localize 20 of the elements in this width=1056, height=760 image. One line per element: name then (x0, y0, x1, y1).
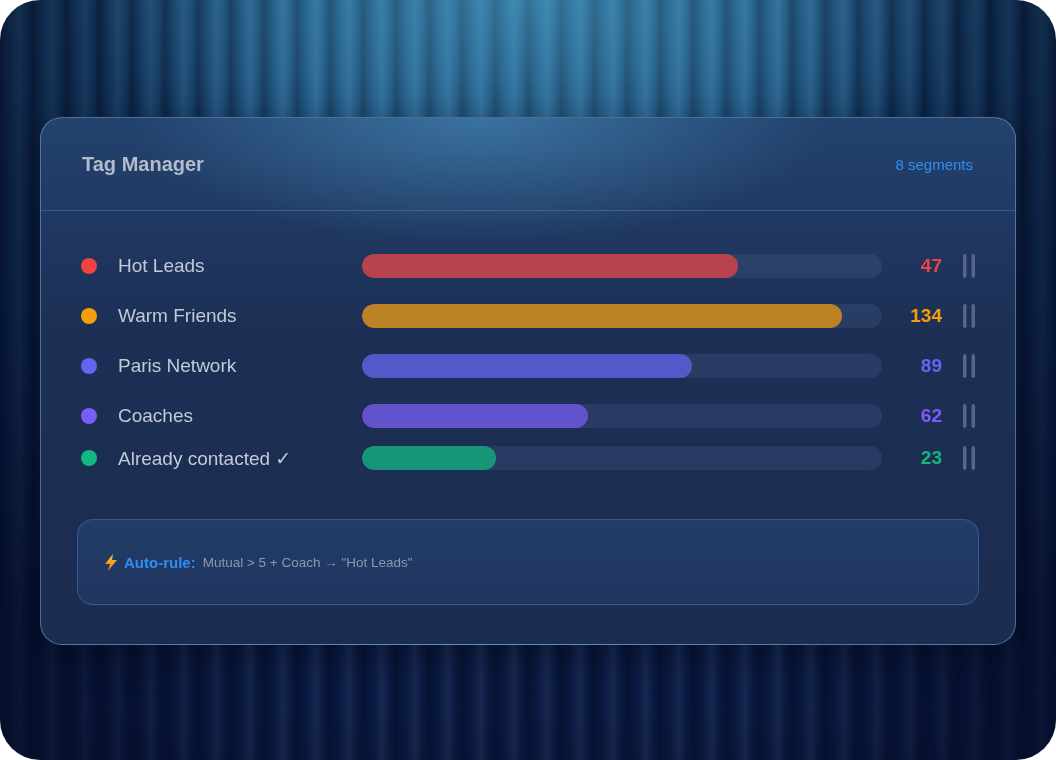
drag-handle-icon[interactable] (963, 254, 975, 278)
tag-name: Hot Leads (118, 255, 206, 277)
segment-count: 8 segments (895, 155, 973, 173)
drag-handle-icon[interactable] (963, 446, 975, 470)
lightning-bolt-icon (105, 553, 117, 571)
tag-name: Coaches (118, 405, 194, 427)
tag-count: 62 (919, 405, 942, 427)
tag-name: Already contacted ✓ (118, 446, 293, 470)
tag-name: Warm Friends (118, 305, 238, 327)
rule-text: Mutual > 5 + Coach → "Hot Leads" (202, 554, 413, 570)
auto-rule-label: Auto-rule: (124, 553, 196, 571)
tag-name: Paris Network (118, 355, 238, 377)
drag-handle-icon[interactable] (963, 304, 975, 328)
tag-count: 134 (909, 305, 942, 327)
tag-count: 47 (919, 255, 942, 277)
drag-handle-icon[interactable] (963, 404, 975, 428)
tag-count: 89 (919, 355, 942, 377)
drag-handle-icon[interactable] (963, 354, 975, 378)
tag-count: 23 (919, 447, 942, 469)
card-title: Tag Manager (82, 152, 204, 176)
